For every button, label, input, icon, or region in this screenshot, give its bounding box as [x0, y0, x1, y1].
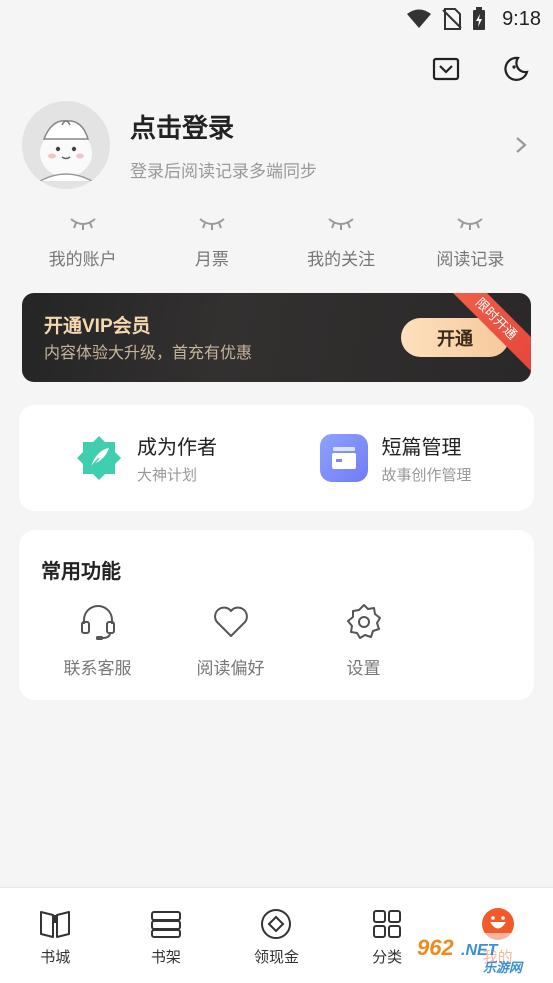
headset-icon	[31, 600, 164, 644]
vip-subtitle: 内容体验大升级，首充有优惠	[44, 345, 253, 362]
reading-preference-entry[interactable]: 阅读偏好	[164, 600, 297, 679]
quick-label: 阅读记录	[436, 250, 505, 269]
quick-label: 我的关注	[307, 250, 376, 269]
quick-item-reading-history[interactable]: 阅读记录	[410, 215, 530, 275]
quick-label: 我的账户	[48, 250, 117, 269]
tab-earn-cash[interactable]: 领现金	[221, 888, 332, 983]
login-banner[interactable]: 点击登录 登录后阅读记录多端同步	[22, 100, 531, 190]
wifi-icon	[407, 9, 432, 28]
quick-item-account[interactable]: 我的账户	[23, 215, 143, 275]
book-open-icon	[0, 908, 111, 940]
gear-icon	[297, 600, 430, 644]
feather-icon	[75, 434, 123, 482]
chevron-right-icon[interactable]	[511, 135, 531, 155]
function-label: 设置	[346, 659, 381, 678]
eyelash-icon	[152, 215, 272, 233]
svg-text:962: 962	[417, 935, 454, 960]
cards-icon	[319, 434, 368, 482]
watermark-logo: 962 .NET 乐游网	[413, 933, 545, 976]
eyelash-icon	[410, 215, 530, 233]
quick-item-monthly-ticket[interactable]: 月票	[152, 215, 272, 275]
svg-text:乐游网: 乐游网	[483, 960, 524, 975]
become-author-title: 成为作者	[137, 437, 217, 459]
clock-time: 9:18	[502, 7, 541, 30]
status-bar: 9:18	[0, 0, 553, 38]
svg-text:.NET: .NET	[461, 942, 499, 959]
avatar[interactable]	[22, 101, 110, 189]
moon-icon[interactable]	[501, 54, 531, 84]
short-story-title: 短篇管理	[381, 437, 462, 459]
short-story-subtitle: 故事创作管理	[381, 467, 472, 484]
vip-banner[interactable]: 开通VIP会员 内容体验大升级，首充有优惠 开通 限时开通	[22, 293, 531, 382]
settings-entry[interactable]: 设置	[297, 600, 430, 679]
become-author-subtitle: 大神计划	[137, 467, 198, 484]
tab-label: 领现金	[253, 949, 299, 966]
tab-label: 书架	[150, 949, 181, 966]
become-author-entry[interactable]: 成为作者 大神计划	[19, 431, 290, 485]
quick-item-following[interactable]: 我的关注	[281, 215, 401, 275]
quick-label: 月票	[194, 250, 229, 269]
function-label: 阅读偏好	[196, 659, 265, 678]
tab-label: 书城	[40, 949, 71, 966]
common-functions-card: 常用功能 联系客服 阅读偏好 设置	[19, 530, 534, 700]
coin-icon	[221, 908, 332, 940]
eyelash-icon	[281, 215, 401, 233]
battery-icon	[473, 7, 486, 30]
bookshelf-icon	[111, 908, 222, 940]
header-actions	[431, 54, 531, 84]
login-subtitle: 登录后阅读记录多端同步	[130, 162, 317, 181]
functions-row: 联系客服 阅读偏好 设置	[19, 600, 430, 679]
vip-title: 开通VIP会员	[44, 316, 151, 337]
function-label: 联系客服	[63, 659, 132, 678]
eyelash-icon	[23, 215, 143, 233]
common-functions-title: 常用功能	[41, 561, 121, 583]
mail-icon[interactable]	[431, 54, 461, 84]
heart-icon	[164, 600, 297, 644]
author-card: 成为作者 大神计划 短篇管理 故事创作管理	[19, 405, 534, 511]
short-story-manage-entry[interactable]: 短篇管理 故事创作管理	[290, 431, 535, 485]
customer-service-entry[interactable]: 联系客服	[31, 600, 164, 679]
tab-bookshelf[interactable]: 书架	[111, 888, 222, 983]
tab-bookstore[interactable]: 书城	[0, 888, 111, 983]
no-sim-icon	[442, 8, 462, 30]
quick-stats: 我的账户 月票 我的关注 阅读记录	[0, 215, 553, 275]
login-title[interactable]: 点击登录	[130, 108, 511, 145]
